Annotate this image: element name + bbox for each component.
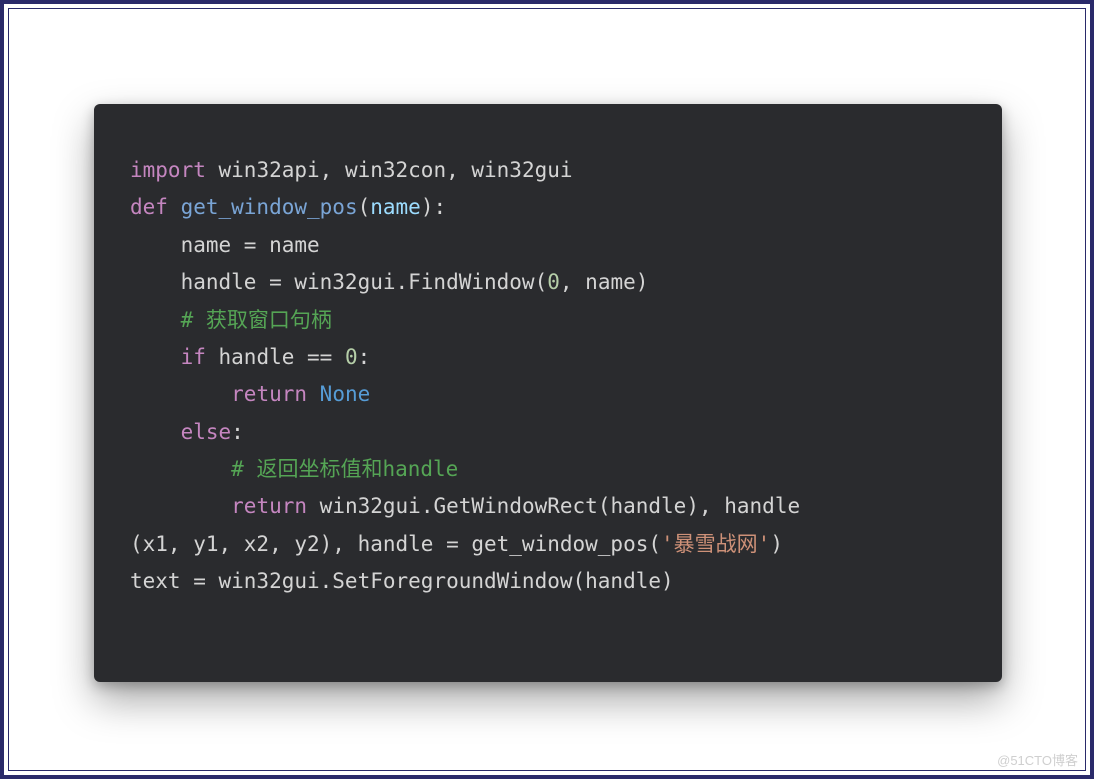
code-token: # 获取窗口句柄 [181,308,332,332]
code-token [130,494,231,518]
code-token: return [231,382,320,406]
code-token: 0 [345,345,358,369]
code-token: , name) [560,270,649,294]
code-token: (x1, y1, x2, y2), handle = get_window_po… [130,532,661,556]
code-token: # 返回坐标值和handle [231,457,458,481]
code-token: text = win32gui.SetForegroundWindow(hand… [130,569,674,593]
code-token: import [130,158,219,182]
code-token: None [320,382,371,406]
code-token: : [358,345,371,369]
code-token: name = name [130,233,320,257]
code-token: name [370,195,421,219]
code-token [130,308,181,332]
code-token [130,382,231,406]
code-token [130,457,231,481]
code-window: import win32api, win32con, win32gui def … [94,104,1002,682]
code-token: 0 [547,270,560,294]
code-token: get_window_pos [181,195,358,219]
code-token: handle = win32gui.FindWindow( [130,270,547,294]
code-token: '暴雪战网' [661,532,770,556]
code-token: ) [770,532,783,556]
watermark: @51CTO博客 [997,750,1078,769]
code-token: : [231,420,244,444]
code-token: win32gui.GetWindowRect(handle), handle [320,494,800,518]
code-token: else [181,420,232,444]
code-token [130,345,181,369]
code-token: def [130,195,181,219]
code-token: if [181,345,219,369]
code-token: win32api, win32con, win32gui [219,158,573,182]
code-block: import win32api, win32con, win32gui def … [130,152,966,601]
code-token: return [231,494,320,518]
code-token [130,420,181,444]
code-token: ): [421,195,446,219]
code-token: ( [358,195,371,219]
code-token: handle == [219,345,345,369]
